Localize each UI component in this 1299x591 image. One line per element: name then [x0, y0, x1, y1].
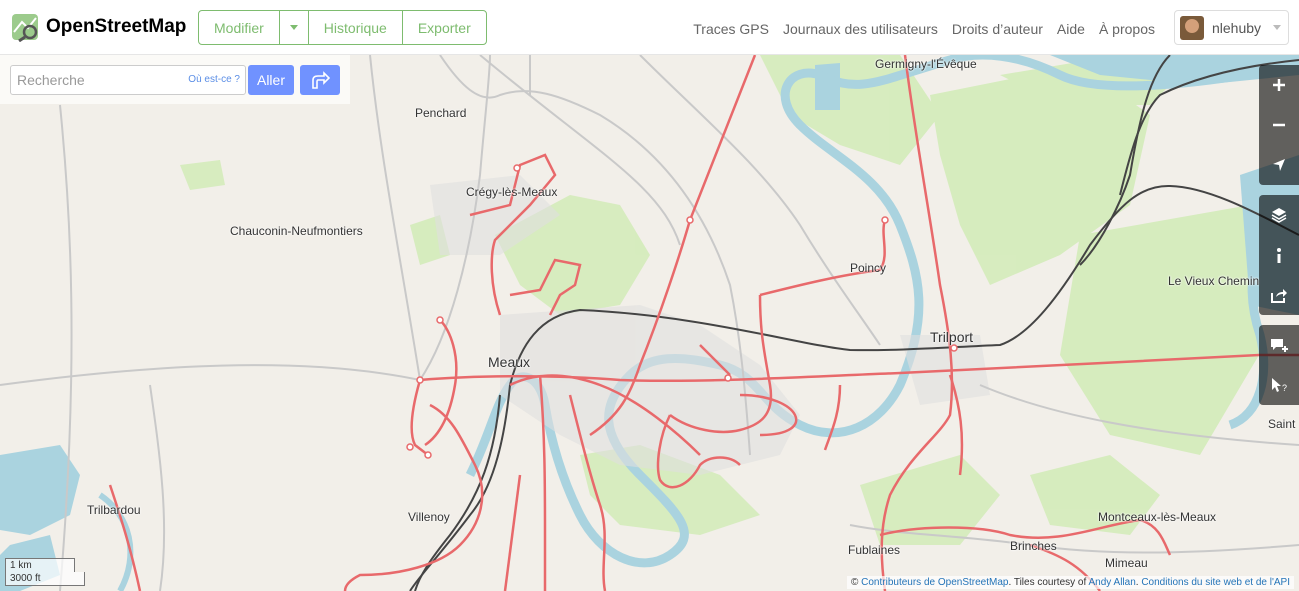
- history-button[interactable]: Historique: [309, 11, 403, 44]
- copyright-symbol: ©: [850, 577, 859, 588]
- directions-icon: [312, 71, 330, 89]
- edit-button-group: Modifier Historique Exporter: [198, 10, 487, 45]
- place-label: Fublaines: [848, 543, 901, 557]
- directions-button[interactable]: [300, 65, 340, 95]
- place-label: Mimeau: [1105, 556, 1148, 570]
- map-controls: ?: [1259, 65, 1299, 415]
- search-placeholder: Recherche: [17, 72, 85, 88]
- tiles-author-link[interactable]: Andy Allan: [1089, 577, 1136, 588]
- place-label: Montceaux-lès-Meaux: [1098, 510, 1217, 524]
- scale-imperial: 3000 ft: [5, 572, 85, 586]
- edit-button[interactable]: Modifier: [199, 11, 280, 44]
- zoom-in-icon[interactable]: [1259, 65, 1299, 105]
- place-label: Trilbardou: [87, 503, 141, 517]
- chevron-down-icon: [1273, 25, 1282, 30]
- user-menu[interactable]: nlehuby: [1174, 10, 1289, 45]
- avatar: [1180, 15, 1204, 40]
- place-label: Poincy: [850, 261, 887, 275]
- search-input[interactable]: Recherche Où est-ce ?: [10, 65, 246, 95]
- main-nav: Traces GPS Journaux des utilisateurs Dro…: [693, 21, 1155, 37]
- share-icon[interactable]: [1259, 275, 1299, 315]
- layers-icon[interactable]: [1259, 195, 1299, 235]
- contributors-link[interactable]: Contributeurs de OpenStreetMap: [861, 577, 1008, 588]
- nav-about[interactable]: À propos: [1099, 21, 1155, 37]
- export-button[interactable]: Exporter: [403, 11, 486, 44]
- nav-help[interactable]: Aide: [1057, 21, 1085, 37]
- place-label: Trilport: [930, 329, 974, 345]
- edit-dropdown-button[interactable]: [280, 11, 309, 44]
- place-label: Crégy-lès-Meaux: [466, 185, 558, 199]
- osm-logo-icon: [12, 14, 38, 42]
- search-panel: Recherche Où est-ce ? Aller: [0, 55, 350, 104]
- map-canvas[interactable]: Germigny-l'Évêque Penchard Crégy-lès-Mea…: [0, 55, 1299, 591]
- scale-bar: 1 km 3000 ft: [5, 558, 85, 586]
- chevron-down-icon: [289, 25, 298, 30]
- place-label: Villenoy: [408, 510, 450, 524]
- place-label: Le Vieux Chemin: [1168, 274, 1260, 288]
- nav-user-diaries[interactable]: Journaux des utilisateurs: [783, 21, 938, 37]
- search-submit-button[interactable]: Aller: [248, 65, 294, 95]
- logo[interactable]: OpenStreetMap: [10, 12, 186, 42]
- tiles-text: . Tiles courtesy of: [1008, 577, 1087, 588]
- terms-link[interactable]: Conditions du site web et de l'API: [1141, 577, 1290, 588]
- where-am-i-link[interactable]: Où est-ce ?: [188, 74, 240, 85]
- place-label: Penchard: [415, 106, 467, 120]
- attribution: © Contributeurs de OpenStreetMap. Tiles …: [846, 576, 1294, 589]
- username: nlehuby: [1212, 19, 1262, 36]
- place-label: Germigny-l'Évêque: [875, 57, 977, 71]
- info-icon[interactable]: [1259, 235, 1299, 275]
- place-label: Brinches: [1010, 539, 1057, 553]
- note-icon[interactable]: [1259, 325, 1299, 365]
- place-label: Chauconin-Neufmontiers: [230, 224, 363, 238]
- locate-icon[interactable]: [1259, 145, 1299, 185]
- svg-text:?: ?: [1282, 383, 1287, 393]
- nav-gps-traces[interactable]: Traces GPS: [693, 21, 769, 37]
- logo-text: OpenStreetMap: [46, 16, 187, 37]
- scale-metric: 1 km: [5, 558, 75, 572]
- nav-copyright[interactable]: Droits d’auteur: [952, 21, 1043, 37]
- query-icon[interactable]: ?: [1259, 365, 1299, 405]
- place-label: Saint: [1268, 417, 1296, 431]
- zoom-out-icon[interactable]: [1259, 105, 1299, 145]
- header: OpenStreetMap Modifier Historique Export…: [0, 0, 1299, 55]
- place-label: Meaux: [488, 354, 531, 370]
